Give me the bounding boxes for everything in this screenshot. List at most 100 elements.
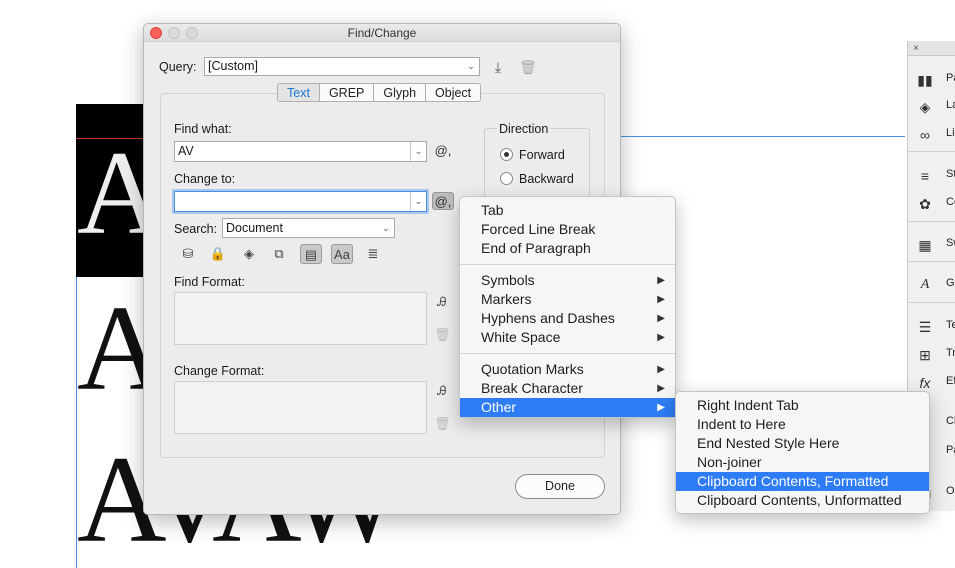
menu-item-label: Other — [481, 399, 517, 415]
submenu-arrow-icon: ▶ — [657, 332, 665, 343]
clear-find-format-icon[interactable]: 🗑 — [434, 327, 451, 343]
save-query-icon[interactable]: ⤓ — [489, 58, 507, 76]
done-button[interactable]: Done — [515, 474, 605, 499]
panel-item-layers[interactable]: ◈La — [908, 95, 955, 119]
find-format-box[interactable] — [174, 292, 427, 345]
backward-label: Backward — [519, 172, 574, 186]
panel-item-glyphs[interactable]: AGl — [908, 273, 955, 297]
change-to-input[interactable]: ⌄ — [174, 191, 427, 212]
other-submenu: Right Indent Tab Indent to Here End Nest… — [675, 391, 930, 514]
effects-icon: fx — [919, 375, 931, 391]
dialog-title: Find/Change — [347, 26, 417, 40]
chevron-down-icon[interactable]: ⌄ — [410, 142, 426, 161]
forward-radio[interactable] — [500, 148, 513, 161]
panel-divider — [908, 151, 955, 152]
pages-icon: ▮▮ — [917, 72, 933, 88]
search-scope-select[interactable]: Document ⌄ — [222, 218, 395, 238]
dialog-titlebar[interactable]: Find/Change — [144, 24, 620, 42]
specify-change-format-icon[interactable]: Ꭿ — [434, 383, 450, 399]
submenu-arrow-icon: ▶ — [657, 364, 665, 375]
whole-word-icon[interactable]: ≣ — [362, 244, 384, 264]
submenu-arrow-icon: ▶ — [657, 294, 665, 305]
special-characters-change-button[interactable]: @, — [432, 192, 454, 210]
submenu-arrow-icon: ▶ — [657, 275, 665, 286]
menu-item-quotation-marks[interactable]: Quotation Marks ▶ — [460, 360, 675, 379]
specify-find-format-icon[interactable]: Ꭿ — [434, 294, 450, 310]
case-sensitive-icon[interactable]: Aa — [331, 244, 353, 264]
forward-label: Forward — [519, 148, 565, 162]
panel-item-text-wrap[interactable]: ☰ Te — [908, 315, 955, 339]
find-what-label: Find what: — [174, 122, 232, 136]
include-hidden-layers-icon[interactable]: ◈ — [238, 244, 260, 264]
panel-item-color[interactable]: ✿Co — [908, 192, 955, 216]
menu-item-white-space[interactable]: White Space ▶ — [460, 328, 675, 347]
panel-item-stroke[interactable]: ≡ St — [908, 164, 955, 188]
panel-item-pages[interactable]: ▮▮Pa — [908, 68, 955, 92]
color-icon: ✿ — [919, 196, 931, 212]
menu-item-right-indent-tab[interactable]: Right Indent Tab — [676, 396, 929, 415]
menu-item-other[interactable]: Other ▶ — [460, 398, 675, 417]
submenu-arrow-icon: ▶ — [657, 402, 665, 413]
swatches-icon: ▦ — [918, 237, 932, 253]
search-mode-tabs: Text GREP Glyph Object — [277, 83, 482, 102]
clear-change-format-icon[interactable]: 🗑 — [434, 416, 451, 432]
change-to-label: Change to: — [174, 172, 236, 186]
menu-separator — [460, 264, 675, 265]
direction-label: Direction — [497, 122, 551, 136]
backward-radio[interactable] — [500, 172, 513, 185]
submenu-arrow-icon: ▶ — [657, 383, 665, 394]
special-characters-menu: Tab Forced Line Break End of Paragraph S… — [459, 196, 676, 418]
tab-glyph[interactable]: Glyph — [374, 84, 427, 101]
panel-item-transform[interactable]: ⊞ Tr — [908, 343, 955, 367]
find-what-value: AV — [178, 144, 194, 158]
menu-item-non-joiner[interactable]: Non-joiner — [676, 453, 929, 472]
panel-divider — [908, 221, 955, 222]
menu-item-markers[interactable]: Markers ▶ — [460, 290, 675, 309]
find-what-input[interactable]: AV ⌄ — [174, 141, 427, 162]
glyphs-icon: A — [920, 277, 930, 292]
special-characters-find-button[interactable]: @, — [432, 142, 454, 160]
menu-item-label: Symbols — [481, 272, 535, 288]
include-footnotes-icon[interactable]: ▤ — [300, 244, 322, 264]
tab-grep[interactable]: GREP — [320, 84, 375, 101]
chevron-down-icon[interactable]: ⌄ — [410, 192, 426, 211]
menu-item-symbols[interactable]: Symbols ▶ — [460, 271, 675, 290]
menu-item-clipboard-unformatted[interactable]: Clipboard Contents, Unformatted — [676, 491, 929, 510]
tab-object[interactable]: Object — [426, 84, 480, 101]
menu-item-label: White Space — [481, 329, 561, 345]
menu-item-end-of-paragraph[interactable]: End of Paragraph — [460, 239, 675, 258]
chevron-down-icon: ⌄ — [467, 61, 475, 71]
query-value: [Custom] — [208, 59, 259, 73]
query-select[interactable]: [Custom] ⌄ — [204, 57, 480, 76]
menu-item-hyphens-and-dashes[interactable]: Hyphens and Dashes ▶ — [460, 309, 675, 328]
query-label: Query: — [159, 60, 197, 74]
menu-item-clipboard-formatted[interactable]: Clipboard Contents, Formatted — [676, 472, 929, 491]
include-locked-stories-icon[interactable]: 🔒 — [207, 244, 229, 264]
tab-text[interactable]: Text — [278, 84, 320, 101]
search-label: Search: — [174, 222, 218, 236]
menu-item-end-nested-style-here[interactable]: End Nested Style Here — [676, 434, 929, 453]
change-format-label: Change Format: — [174, 364, 265, 378]
menu-item-tab[interactable]: Tab — [460, 201, 675, 220]
menu-item-label: Hyphens and Dashes — [481, 310, 615, 326]
text-wrap-icon: ☰ — [918, 319, 932, 335]
panel-close-icon[interactable]: × — [908, 41, 955, 56]
change-format-box[interactable] — [174, 381, 427, 434]
search-scope-value: Document — [226, 221, 283, 235]
menu-item-break-character[interactable]: Break Character ▶ — [460, 379, 675, 398]
include-master-pages-icon[interactable]: ⧉ — [268, 244, 290, 264]
menu-item-indent-to-here[interactable]: Indent to Here — [676, 415, 929, 434]
chevron-down-icon: ⌄ — [382, 223, 390, 233]
menu-item-label: Markers — [481, 291, 532, 307]
menu-item-label: Break Character — [481, 380, 583, 396]
stroke-icon: ≡ — [920, 168, 930, 184]
layers-icon: ◈ — [919, 99, 931, 115]
include-locked-layers-icon[interactable]: ⛁ — [177, 244, 199, 264]
panel-item-swatches[interactable]: ▦Sw — [908, 233, 955, 257]
panel-item-links[interactable]: ∞ Li — [908, 123, 955, 147]
panel-divider — [908, 261, 955, 262]
find-format-label: Find Format: — [174, 275, 245, 289]
menu-separator — [460, 353, 675, 354]
delete-query-icon[interactable]: 🗑 — [519, 58, 537, 76]
menu-item-forced-line-break[interactable]: Forced Line Break — [460, 220, 675, 239]
